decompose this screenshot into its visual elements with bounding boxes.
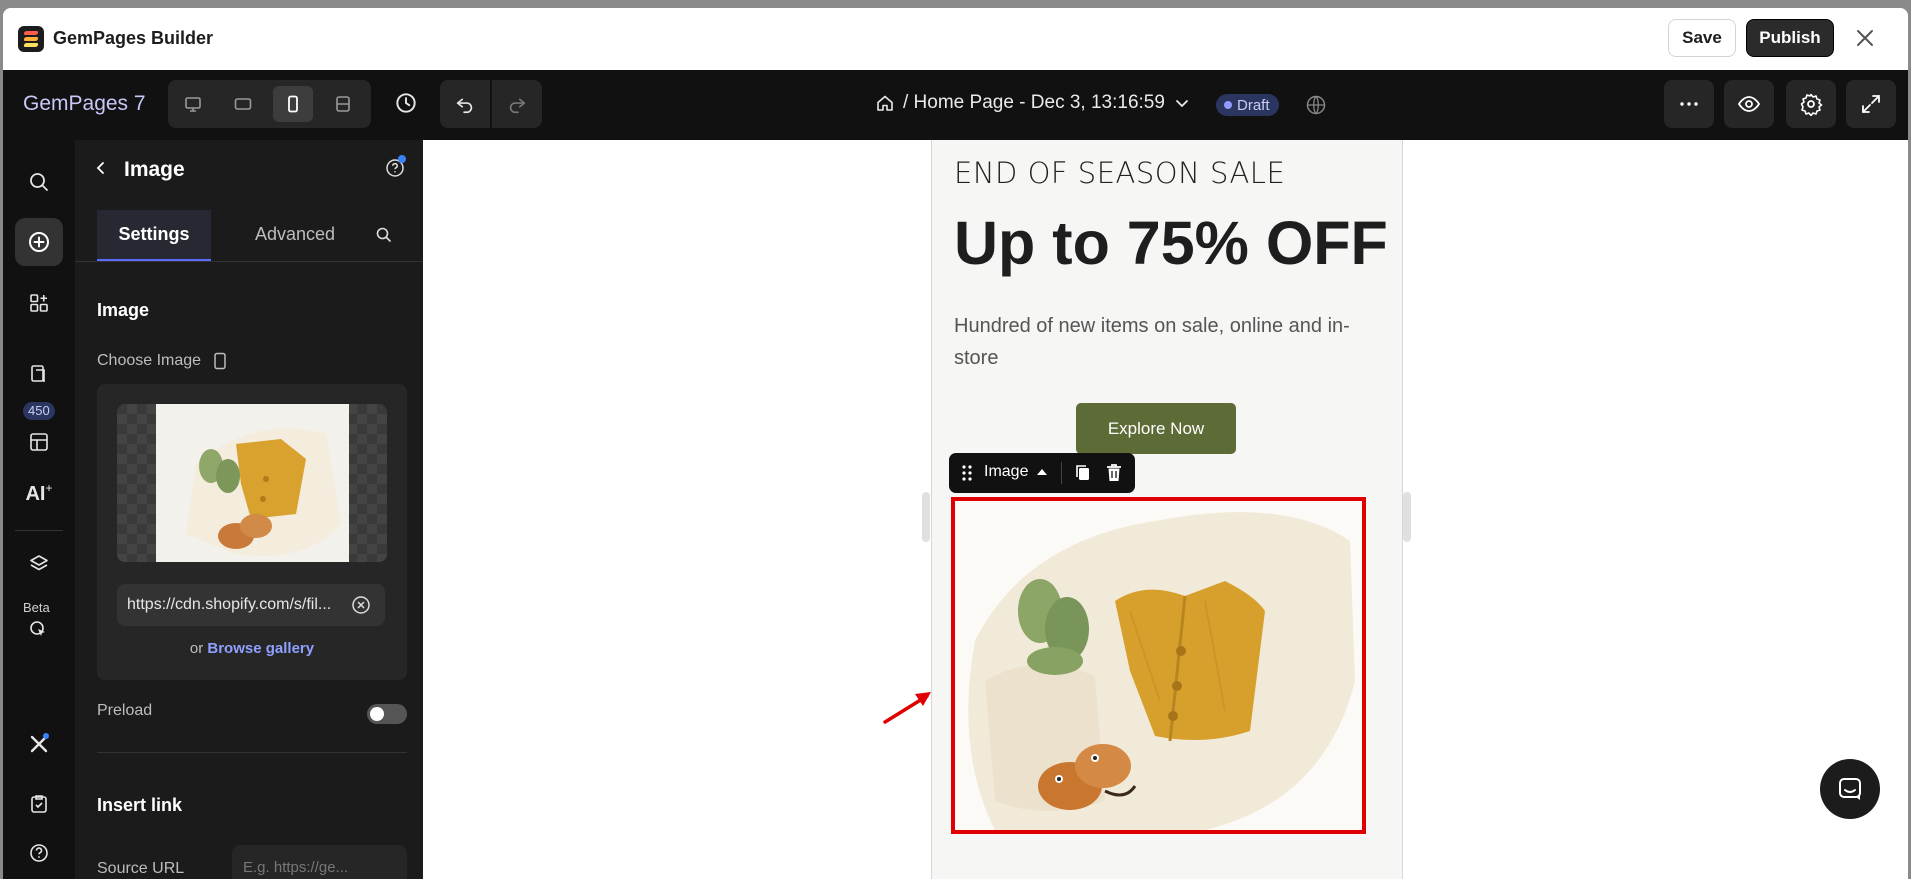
history-icon[interactable] bbox=[393, 90, 419, 121]
apps-icon[interactable] bbox=[15, 279, 63, 327]
preload-toggle[interactable] bbox=[367, 704, 407, 724]
page-selector[interactable]: / Home Page - Dec 3, 13:16:59 bbox=[875, 92, 1191, 114]
layers-icon[interactable] bbox=[15, 540, 63, 588]
page-selector-label: / Home Page - Dec 3, 13:16:59 bbox=[903, 92, 1165, 113]
sale-description[interactable]: Hundred of new items on sale, online and… bbox=[954, 310, 1364, 374]
sale-kicker[interactable]: END OF SEASON SALE bbox=[954, 156, 1285, 190]
explore-now-button[interactable]: Explore Now bbox=[1076, 403, 1236, 454]
templates-icon[interactable] bbox=[15, 422, 63, 462]
back-arrow-icon[interactable] bbox=[93, 160, 109, 181]
tab-advanced[interactable]: Advanced bbox=[233, 210, 357, 259]
pages-icon[interactable] bbox=[15, 350, 63, 398]
settings-button[interactable] bbox=[1786, 80, 1836, 128]
element-label[interactable]: Image bbox=[984, 463, 1028, 481]
ai-icon[interactable]: AI + bbox=[15, 470, 63, 518]
chat-icon bbox=[1839, 778, 1861, 800]
image-section-title: Image bbox=[97, 300, 150, 320]
language-icon[interactable] bbox=[1305, 94, 1327, 121]
browse-gallery-link[interactable]: Browse gallery bbox=[207, 640, 314, 657]
sale-headline[interactable]: Up to 75% OFF bbox=[954, 208, 1388, 278]
drag-handle-icon[interactable] bbox=[961, 463, 973, 488]
desktop-icon bbox=[185, 97, 201, 112]
responsive-icon bbox=[336, 96, 350, 112]
tab-settings[interactable]: Settings bbox=[97, 210, 211, 261]
ellipsis-icon bbox=[1680, 102, 1698, 106]
add-element-icon[interactable] bbox=[15, 218, 63, 266]
chevron-down-icon bbox=[1176, 100, 1188, 108]
image-preview[interactable] bbox=[117, 404, 387, 562]
selected-image-element[interactable] bbox=[951, 497, 1366, 834]
undo-icon bbox=[456, 98, 473, 114]
panel-tabs: Settings Advanced bbox=[75, 210, 423, 262]
status-badge: Draft bbox=[1216, 94, 1279, 116]
brand-logo: GemPages 7 bbox=[23, 92, 146, 115]
eye-icon bbox=[1737, 96, 1761, 112]
device-switcher bbox=[168, 80, 371, 128]
save-button[interactable]: Save bbox=[1668, 19, 1736, 57]
status-badge-label: Draft bbox=[1237, 96, 1270, 114]
publish-button[interactable]: Publish bbox=[1746, 19, 1834, 57]
title-bar: GemPages Builder Save Publish bbox=[3, 8, 1908, 71]
undo-button[interactable] bbox=[440, 80, 490, 128]
panel-title: Image bbox=[124, 158, 185, 181]
help-icon[interactable] bbox=[385, 155, 406, 183]
divider bbox=[97, 752, 407, 753]
expand-icon bbox=[1862, 95, 1880, 113]
source-url-input[interactable]: E.g. https://ge... bbox=[232, 845, 407, 879]
image-url-value: https://cdn.shopify.com/s/fil... bbox=[127, 596, 332, 613]
help-center-icon[interactable] bbox=[15, 829, 63, 877]
mobile-icon bbox=[288, 95, 298, 113]
tablet-icon bbox=[234, 98, 252, 110]
baby-clothes-image bbox=[955, 501, 1362, 830]
image-picker: https://cdn.shopify.com/s/fil... or Brow… bbox=[97, 384, 407, 680]
more-options-button[interactable] bbox=[1664, 80, 1714, 128]
desktop-view-button[interactable] bbox=[173, 86, 213, 122]
caret-up-icon[interactable] bbox=[1037, 469, 1047, 475]
editor-canvas: END OF SEASON SALE Up to 75% OFF Hundred… bbox=[423, 140, 1908, 879]
undo-redo-group bbox=[440, 80, 542, 128]
panel-header: Image bbox=[75, 140, 423, 194]
redo-icon bbox=[509, 98, 526, 114]
gempages-logo-icon bbox=[18, 26, 44, 52]
redo-button[interactable] bbox=[492, 80, 542, 128]
responsive-view-button[interactable] bbox=[323, 86, 363, 122]
integrations-icon[interactable] bbox=[15, 720, 63, 768]
panel-search-icon[interactable] bbox=[375, 226, 393, 249]
chat-support-button[interactable] bbox=[1820, 759, 1880, 819]
sidebar-rail: 450 AI + Beta bbox=[3, 140, 76, 879]
gear-icon bbox=[1800, 93, 1823, 116]
resize-handle-right[interactable] bbox=[1403, 492, 1411, 542]
annotation-arrow bbox=[881, 686, 937, 731]
templates-count-badge: 450 bbox=[23, 402, 55, 420]
mobile-icon bbox=[214, 352, 226, 370]
delete-icon[interactable] bbox=[1105, 462, 1123, 489]
insert-link-title: Insert link bbox=[97, 795, 183, 815]
preview-button[interactable] bbox=[1724, 80, 1774, 128]
mobile-view-button[interactable] bbox=[273, 86, 313, 122]
checklist-icon[interactable] bbox=[15, 780, 63, 828]
image-url-field[interactable]: https://cdn.shopify.com/s/fil... bbox=[117, 584, 385, 626]
home-icon bbox=[877, 95, 893, 111]
fullscreen-button[interactable] bbox=[1846, 80, 1896, 128]
element-toolbar: Image bbox=[949, 453, 1135, 493]
editor-toolbar: GemPages 7 / Home Page - Dec 3, 13:16:59… bbox=[3, 70, 1908, 140]
settings-panel: Image Settings Advanced Image Choose Ima… bbox=[75, 140, 423, 879]
app-title: GemPages Builder bbox=[53, 28, 214, 48]
duplicate-icon[interactable] bbox=[1074, 463, 1092, 488]
search-icon[interactable] bbox=[15, 158, 63, 206]
preload-label: Preload bbox=[97, 702, 153, 719]
resize-handle-left[interactable] bbox=[922, 492, 930, 542]
close-icon[interactable] bbox=[1853, 26, 1877, 50]
tablet-view-button[interactable] bbox=[223, 86, 263, 122]
browse-row: or Browse gallery bbox=[189, 640, 315, 657]
clear-icon[interactable] bbox=[351, 595, 371, 620]
app-window: GemPages Builder Save Publish GemPages 7 bbox=[3, 8, 1908, 879]
mobile-preview-frame: END OF SEASON SALE Up to 75% OFF Hundred… bbox=[931, 140, 1403, 879]
source-url-label: Source URL bbox=[97, 860, 185, 877]
choose-image-label: Choose Image bbox=[97, 352, 227, 370]
interactions-icon[interactable] bbox=[15, 610, 63, 650]
